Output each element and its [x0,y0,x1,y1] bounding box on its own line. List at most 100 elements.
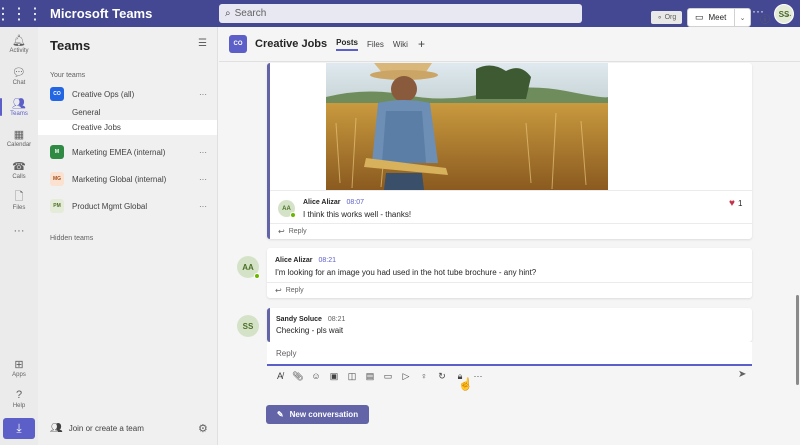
more-options-icon[interactable]: ··· [782,10,792,21]
team-name: Marketing EMEA (internal) [72,147,166,157]
hidden-teams-label[interactable]: Hidden teams [50,235,93,242]
send-icon[interactable]: ➤ [738,369,746,380]
team-item-marketing-emea[interactable]: M Marketing EMEA (internal) ··· [38,141,217,163]
rail-item-activity[interactable]: 🔔︎ Activity [0,33,38,55]
scrollbar[interactable] [796,295,799,385]
rail-item-calendar[interactable]: ▦ Calendar [0,127,38,149]
rail-label: Files [12,205,26,211]
gear-icon[interactable]: ⚙ [198,422,208,435]
author-name: Alice Alizar [275,257,313,264]
shared-image[interactable] [326,63,608,190]
tab-files[interactable]: Files [367,40,384,49]
message-text: I'm looking for an image you had used in… [275,268,537,277]
post-card: Alice Alizar 08:21 I'm looking for an ima… [267,248,752,298]
more-options-icon[interactable]: ··· [199,175,207,184]
rail-label: Calendar [6,142,32,148]
gif-icon[interactable]: ▣ [325,368,343,384]
loop-icon[interactable]: ↻ [433,368,451,384]
meet-label: Meet [708,13,727,22]
reaction-count: 1 [737,199,743,208]
org-label: Org [664,14,677,21]
tab-posts[interactable]: Posts [336,38,358,51]
team-avatar: CO [50,87,64,101]
help-icon: ? [15,389,23,401]
emoji-icon[interactable]: ☺ [307,368,325,384]
channel-item-general[interactable]: General [38,105,217,120]
timestamp[interactable]: 08:21 [328,316,346,323]
rail-item-help[interactable]: ? Help [0,388,38,409]
compose-toolbar: A̸ 📎︎ ☺ ▣ ◫ ▤ ▭ ▷ ♀ ↻ 🔒︎ ··· [271,368,753,384]
file-icon: 🗋︎ [14,190,24,203]
filter-icon[interactable]: ☰ [198,38,207,49]
message-text: I think this works well - thanks! [303,210,412,219]
rail-item-files[interactable]: 🗋︎ Files [0,190,38,212]
praise-icon[interactable]: ♀ [415,368,433,384]
org-button[interactable]: ⚬ Org [651,11,682,24]
team-item-creative-ops[interactable]: CO Creative Ops (all) ··· [38,83,217,105]
sticker-icon[interactable]: ◫ [343,368,361,384]
avatar: AA [237,256,260,279]
rail-label: Activity [9,48,29,54]
chat-icon: 💬︎ [12,66,26,79]
rail-item-calls[interactable]: ☎ Calls [0,159,38,181]
download-icon: ⤓ [16,421,22,435]
attach-icon[interactable]: 📎︎ [289,368,307,384]
team-name: Marketing Global (internal) [72,174,167,184]
rail-item-teams[interactable]: 👥︎ Teams [0,96,38,117]
compose-icon: ✎ [276,410,284,419]
search-icon: ⌕ [225,8,231,19]
your-teams-label: Your teams [50,72,86,79]
team-avatar: CO [229,35,247,53]
format-icon[interactable]: A̸ [271,368,289,384]
more-icon: ··· [13,225,25,237]
meet-now-icon[interactable]: ▭ [379,368,397,384]
timestamp[interactable]: 08:21 [318,257,336,264]
rail-more-button[interactable]: ··· [0,224,38,239]
stream-icon[interactable]: ▷ [397,368,415,384]
avatar: AA [278,200,296,218]
new-conversation-label: New conversation [289,410,359,419]
video-camera-icon: ▭ [695,12,704,22]
reply-input[interactable]: Reply [267,342,752,366]
channel-item-creative-jobs[interactable]: Creative Jobs [38,120,217,135]
more-options-icon[interactable]: ··· [199,90,207,99]
app-rail: 🔔︎ Activity 💬︎ Chat 👥︎ Teams ▦ Calendar … [0,27,38,445]
post-meta: Sandy Soluce 08:21 [276,316,345,323]
post-meta: Alice Alizar 08:07 [303,199,364,206]
heart-reaction[interactable]: ♥ 1 [729,198,742,209]
rail-item-chat[interactable]: 💬︎ Chat [0,65,38,87]
author-name: Alice Alizar [303,199,341,206]
team-avatar: M [50,145,64,159]
avatar: SS [237,315,259,337]
info-icon[interactable]: ⓘ [760,11,770,26]
team-item-marketing-global[interactable]: MG Marketing Global (internal) ··· [38,168,217,190]
rail-label: Apps [12,372,26,378]
app-launcher-icon[interactable]: ⋮⋮⋮ [0,0,43,27]
people-add-icon: 👥︎ [50,423,63,434]
add-tab-icon[interactable]: + [418,37,425,51]
chevron-down-icon[interactable]: ⌄ [734,9,750,26]
panel-title: Teams [50,38,91,53]
meet-button[interactable]: ▭ Meet ⌄ [687,8,751,27]
team-avatar: MG [50,172,64,186]
team-item-product-mgmt[interactable]: PM Product Mgmt Global ··· [38,195,217,217]
search-input[interactable]: ⌕ Search [219,4,582,23]
post-card: Sandy Soluce 08:21 Checking - pls wait [267,308,752,342]
presence-available-icon [290,212,296,218]
timestamp[interactable]: 08:07 [346,199,364,206]
download-button[interactable]: ⤓ [3,418,35,439]
teams-icon: 👥︎ [12,97,26,110]
presence-available-icon [254,273,260,279]
join-create-team-button[interactable]: 👥︎ Join or create a team [50,423,144,434]
more-options-icon[interactable]: ··· [199,202,207,211]
more-options-icon[interactable]: ··· [199,148,207,157]
reply-label: Reply [288,228,307,235]
reply-button[interactable]: ↩ Reply [275,286,304,295]
posts-area: AA Alice Alizar 08:07 I think this works … [219,63,800,445]
tab-wiki[interactable]: Wiki [393,40,408,49]
reply-button[interactable]: ↩ Reply [278,227,307,236]
schedule-meeting-icon[interactable]: ▤ [361,368,379,384]
mouse-pointer-icon: ☝ [458,377,473,391]
new-conversation-button[interactable]: ✎ New conversation [266,405,369,424]
rail-item-apps[interactable]: ⊞ Apps [0,357,38,379]
